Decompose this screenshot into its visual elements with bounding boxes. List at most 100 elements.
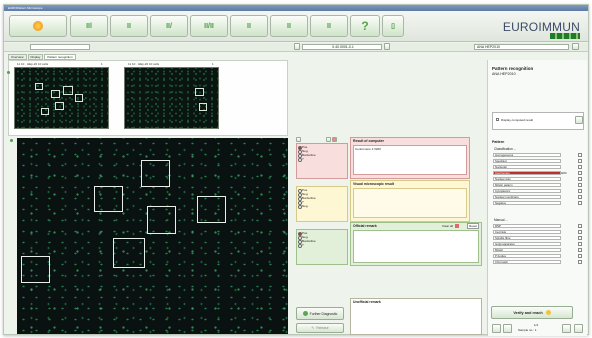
plate-icon-5: II bbox=[247, 22, 251, 30]
sun-button[interactable] bbox=[9, 15, 67, 37]
cell-selection-box[interactable] bbox=[94, 186, 123, 212]
visual-result-text[interactable] bbox=[353, 188, 467, 218]
official-remark-panel: Official remark Clear all Reset bbox=[350, 222, 482, 266]
brand-logo: EUROIMMUN bbox=[502, 20, 580, 34]
result-of-computer-title: Result of computer bbox=[353, 139, 384, 143]
classifier-checkbox[interactable] bbox=[578, 201, 582, 205]
plate-select[interactable] bbox=[30, 44, 90, 50]
unofficial-remark-panel: Unofficial remark bbox=[350, 298, 482, 335]
option-unknown[interactable]: ? bbox=[297, 243, 347, 248]
classifier-checkbox[interactable] bbox=[578, 159, 582, 163]
copy-icon[interactable] bbox=[326, 137, 331, 142]
classifier-checkbox[interactable] bbox=[578, 195, 582, 199]
verify-button[interactable]: Verify and reach bbox=[491, 306, 573, 319]
nav-back-icon[interactable] bbox=[294, 43, 300, 50]
classifier-checkbox[interactable] bbox=[578, 171, 582, 175]
save-icon[interactable] bbox=[492, 324, 501, 333]
classifier-item[interactable]: Homogeneous bbox=[493, 153, 561, 157]
clear-all-button[interactable]: Clear all bbox=[442, 224, 453, 228]
sample-field[interactable]: 0.40.0001-0.1 bbox=[302, 44, 382, 50]
pane-title: Pattern recognition bbox=[492, 66, 534, 71]
plate-button-3[interactable]: II/ bbox=[150, 15, 188, 37]
classifier-label[interactable]: Classification ... bbox=[494, 147, 516, 151]
manual-checkbox[interactable] bbox=[578, 242, 582, 246]
classifier-item[interactable]: Nuclear membrane bbox=[493, 195, 561, 199]
previous-sample-icon[interactable] bbox=[562, 324, 571, 333]
unofficial-remark-title: Unofficial remark bbox=[353, 300, 381, 304]
plate-button-7[interactable]: II bbox=[310, 15, 348, 37]
exit-button[interactable]: ▯ bbox=[382, 15, 404, 37]
clear-icon[interactable] bbox=[455, 224, 459, 228]
official-remark-text[interactable] bbox=[353, 230, 479, 263]
verify-icon bbox=[545, 310, 551, 315]
test-system-field[interactable]: ANA HEP2010 bbox=[474, 44, 569, 50]
visual-result-panel: Visual microscopic result bbox=[350, 180, 470, 222]
classifier-item[interactable]: Mitotic pattern bbox=[493, 183, 561, 187]
thumbnail-caption-1: 11 10 · HEp-20 10 cells bbox=[17, 62, 49, 66]
delete-icon[interactable] bbox=[332, 137, 337, 142]
visual-result-title: Visual microscopic result bbox=[353, 182, 395, 186]
thumbnail-image-2[interactable] bbox=[124, 67, 219, 129]
classifier-item[interactable]: Speckled bbox=[493, 159, 561, 163]
thumbnail-strip: 11 10 · HEp-20 10 cells 1 11 10 · HEp-20… bbox=[7, 60, 288, 136]
help-button[interactable]: ? bbox=[350, 15, 380, 37]
classifier-item[interactable]: Nuclear dots bbox=[493, 177, 561, 181]
reset-button[interactable]: Reset bbox=[467, 223, 479, 229]
further-diagnostic-icon bbox=[302, 311, 308, 316]
page-indicator: 1/1 bbox=[534, 323, 539, 327]
option-unknown[interactable]: ? bbox=[297, 157, 347, 162]
thumbnail-image-1[interactable] bbox=[14, 67, 109, 129]
plate-icon-4: II/II bbox=[204, 22, 214, 30]
manual-item[interactable]: Golgi apparatus bbox=[493, 242, 561, 246]
classifier-checkbox[interactable] bbox=[578, 183, 582, 187]
classifier-item[interactable]: Nucleolar bbox=[493, 165, 561, 169]
manual-item[interactable]: P-bodies bbox=[493, 254, 561, 258]
result-of-computer-panel: Result of computer Centromere 1:3200 bbox=[350, 137, 470, 179]
pattern-label: Pattern bbox=[492, 140, 505, 144]
manual-checkbox[interactable] bbox=[578, 248, 582, 252]
classifier-checkbox[interactable] bbox=[578, 165, 582, 169]
classifier-checkbox[interactable] bbox=[578, 177, 582, 181]
cell-selection-box[interactable] bbox=[113, 238, 145, 268]
classifier-item[interactable]: Centromere bbox=[493, 171, 561, 175]
classifier-item[interactable]: Negative bbox=[493, 201, 561, 205]
option-neg-2[interactable]: Neg. bbox=[297, 204, 347, 209]
cell-selection-box[interactable] bbox=[141, 160, 170, 187]
display-computed-checkbox[interactable] bbox=[496, 118, 499, 121]
release-button[interactable]: ✎ Release bbox=[296, 323, 344, 333]
classifier-checkbox[interactable] bbox=[578, 153, 582, 157]
result-options-3: Pos. Neg. Borderline ? bbox=[296, 229, 348, 265]
further-diagnostic-button[interactable]: Further Diagnostic bbox=[296, 307, 344, 320]
plate-button-2[interactable]: II bbox=[110, 15, 148, 37]
cell-selection-box[interactable] bbox=[197, 196, 226, 223]
plate-button-1[interactable]: IIl bbox=[70, 15, 108, 37]
plate-button-6[interactable]: II bbox=[270, 15, 308, 37]
tools-icon[interactable] bbox=[503, 324, 512, 333]
cell-selection-box[interactable] bbox=[21, 256, 50, 283]
manual-checkbox[interactable] bbox=[578, 260, 582, 264]
cell-selection-box[interactable] bbox=[147, 206, 176, 234]
sun-icon bbox=[33, 21, 43, 31]
manual-item[interactable]: Chromatin bbox=[493, 260, 561, 264]
manual-checkbox[interactable] bbox=[578, 224, 582, 228]
edit-icon[interactable] bbox=[575, 116, 583, 124]
manual-label[interactable]: Manual ... bbox=[494, 218, 508, 222]
plate-button-5[interactable]: II bbox=[230, 15, 268, 37]
pattern-recognition-pane: Pattern recognition ANA HEP2010 Display … bbox=[487, 60, 587, 336]
zoom-icon[interactable] bbox=[296, 137, 301, 142]
settings-icon[interactable] bbox=[572, 43, 579, 50]
manual-checkbox[interactable] bbox=[578, 236, 582, 240]
print-icon[interactable] bbox=[574, 324, 583, 333]
manual-item[interactable]: Mitotic bbox=[493, 248, 561, 252]
plate-button-4[interactable]: II/II bbox=[190, 15, 228, 37]
nav-forward-icon[interactable] bbox=[384, 43, 390, 50]
manual-item[interactable]: Centriole bbox=[493, 230, 561, 234]
manual-item[interactable]: RNP bbox=[493, 224, 561, 228]
manual-checkbox[interactable] bbox=[578, 254, 582, 258]
manual-item[interactable]: Spindle fibre bbox=[493, 236, 561, 240]
microscope-image[interactable] bbox=[17, 138, 288, 334]
further-diagnostic-label: Further Diagnostic bbox=[309, 311, 338, 316]
classifier-item[interactable]: Cytoplasmic bbox=[493, 189, 561, 193]
classifier-checkbox[interactable] bbox=[578, 189, 582, 193]
manual-checkbox[interactable] bbox=[578, 230, 582, 234]
